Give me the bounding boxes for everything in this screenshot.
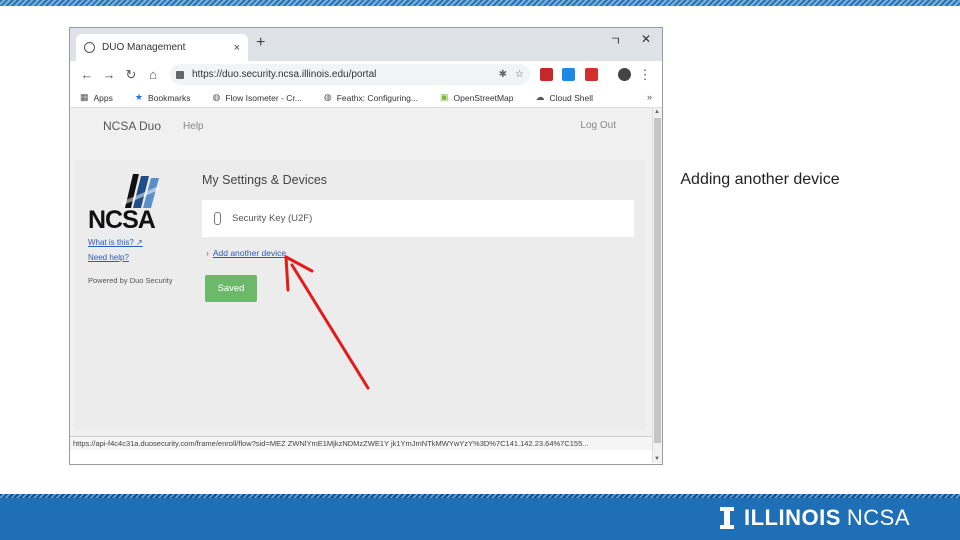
slide: DUO Management × + ㄱ ✕ ← → ↻ ⌂ https://d… [0,0,960,540]
red-pointer-arrow [284,255,370,390]
bottom-decorative-stripe [0,494,960,498]
arrow-head-left [284,255,290,292]
brand-ncsa: NCSA [846,505,910,530]
illinois-ncsa-logo: ILLINOIS NCSA [719,505,910,531]
brand-illinois: ILLINOIS [743,505,841,530]
slide-caption: Adding another device [680,171,840,188]
block-i-icon [719,507,734,529]
arrow-shaft [290,263,370,390]
arrow-head-right [284,255,314,273]
